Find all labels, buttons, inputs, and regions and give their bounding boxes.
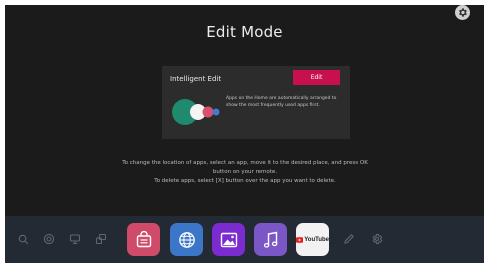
gallery-app-tile[interactable] xyxy=(212,223,245,256)
edit-mode-screen: Edit Mode Intelligent Edit Edit Apps on … xyxy=(5,5,484,263)
card-title: Intelligent Edit xyxy=(170,75,222,83)
shop-app-tile[interactable] xyxy=(127,223,160,256)
page-title: Edit Mode xyxy=(206,23,283,41)
instruction-line: To change the location of apps, select a… xyxy=(122,160,368,166)
input-icon[interactable] xyxy=(67,231,83,247)
voice-icon[interactable] xyxy=(41,231,57,247)
search-icon[interactable] xyxy=(15,231,31,247)
edit-instructions: To change the location of apps, select a… xyxy=(95,159,395,186)
youtube-label: YouTube xyxy=(304,236,329,243)
home-launcher-bar: YouTube xyxy=(5,216,484,263)
music-app-tile[interactable] xyxy=(254,223,287,256)
settings-icon[interactable] xyxy=(369,231,385,247)
screen-share-icon[interactable] xyxy=(93,231,109,247)
web-browser-app-tile[interactable] xyxy=(170,223,203,256)
app-arrangement-illustration xyxy=(172,99,220,125)
card-description: Apps on the Home are automatically arran… xyxy=(226,96,337,108)
edit-pencil-icon[interactable] xyxy=(341,231,357,247)
globe-icon xyxy=(178,231,195,248)
youtube-play-icon xyxy=(296,236,304,243)
intelligent-edit-card: Intelligent Edit Edit Apps on the Home a… xyxy=(162,66,350,139)
shopping-bag-icon xyxy=(136,231,151,248)
youtube-app-tile[interactable]: YouTube xyxy=(296,223,329,256)
settings-icon[interactable] xyxy=(455,5,470,20)
instruction-line: button on your remote. xyxy=(212,169,278,175)
edit-button[interactable]: Edit xyxy=(293,70,340,85)
instruction-line: To delete apps, select [X] button over t… xyxy=(154,178,336,184)
music-note-icon xyxy=(263,231,277,248)
image-icon xyxy=(220,232,237,247)
